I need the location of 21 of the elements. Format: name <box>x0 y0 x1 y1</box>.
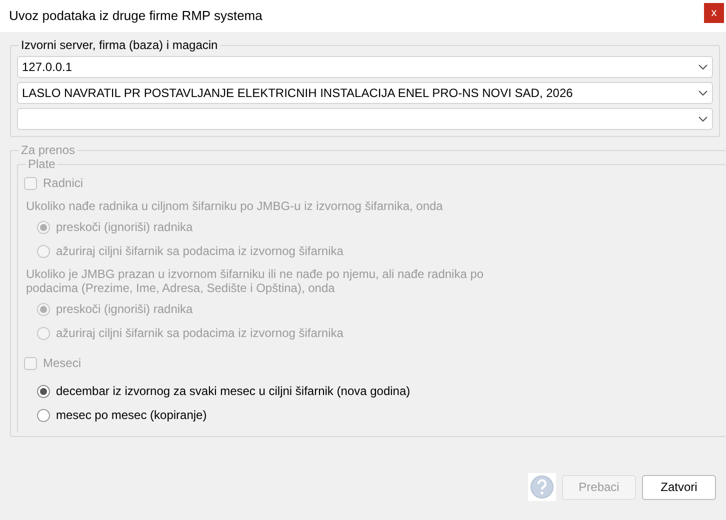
group-title: Izvorni server, firma (baza) i magacin <box>20 38 219 52</box>
combo-value: 127.0.0.1 <box>22 59 72 76</box>
chevron-down-icon <box>698 116 708 122</box>
combo-box[interactable]: LASLO NAVRATIL PR POSTAVLJANJE ELEKTRICNIH INSTALACIJA ENEL PRO-NS NOVI SAD, 2026 <box>17 82 713 104</box>
radio-button[interactable] <box>37 384 50 398</box>
group-title: Za prenos <box>20 143 76 157</box>
chevron-down-icon <box>698 64 708 70</box>
instruction-text: Ukoliko nađe radnika u ciljnom šifarniku po JMBG-u iz izvornog šifarnika, onda <box>26 199 444 213</box>
combo-value: LASLO NAVRATIL PR POSTAVLJANJE ELEKTRICNIH INSTALACIJA ENEL PRO-NS NOVI SAD, 2026 <box>22 85 573 102</box>
combo-box[interactable] <box>17 108 713 130</box>
radio-label[interactable]: mesec po mesec (kopiranje) <box>56 406 207 424</box>
window-title: Uvoz podataka iz druge firme RMP systema <box>9 7 262 26</box>
close-button[interactable]: x <box>704 3 724 23</box>
close-dialog-button[interactable]: Zatvori <box>642 474 716 500</box>
radio-button[interactable] <box>37 408 50 422</box>
radio-label[interactable]: decembar iz izvornog za svaki mesec u ciljni šifarnik (nova godina) <box>56 382 410 400</box>
combo-box[interactable]: 127.0.0.1 <box>17 56 713 78</box>
chevron-down-icon <box>698 90 708 96</box>
group-title: Plate <box>27 157 56 171</box>
help-icon[interactable] <box>528 473 556 501</box>
instruction-text: Ukoliko je JMBG prazan u izvornom šifarniku ili ne nađe po njemu, ali nađe radnika po podacima (Prezime, Ime, Adresa, Sedište i Opština), onda <box>26 267 485 295</box>
